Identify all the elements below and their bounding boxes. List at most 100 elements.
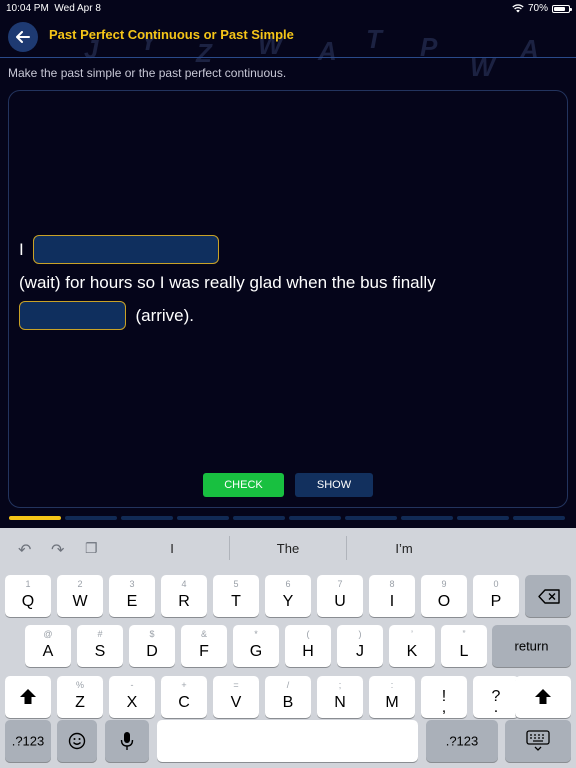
shift-icon (20, 689, 36, 704)
key-b[interactable]: / B (265, 676, 311, 718)
suggestion-2[interactable]: The (228, 541, 348, 556)
backspace-icon (538, 589, 560, 604)
sentence-subject: I (19, 239, 24, 259)
key-exclaim-comma[interactable]: !, (421, 676, 467, 718)
key-y[interactable]: 6Y (265, 575, 311, 617)
key-label: Y (282, 593, 294, 610)
key-l[interactable]: ” L (441, 625, 487, 667)
key-i[interactable]: 8I (369, 575, 415, 617)
show-button[interactable]: SHOW (295, 473, 373, 497)
key-f[interactable]: & F (181, 625, 227, 667)
suggestion-1[interactable]: I (112, 541, 232, 556)
key-t[interactable]: 5T (213, 575, 259, 617)
numbers-key-left[interactable]: .?123 (5, 720, 51, 762)
paste-icon[interactable]: ❐ (85, 540, 98, 557)
key-label: ?. (491, 688, 501, 716)
key-hint: ’ (411, 629, 413, 639)
key-m[interactable]: :M (369, 676, 415, 718)
hide-keyboard-key[interactable] (505, 720, 571, 762)
key-hint: : (390, 680, 394, 690)
wifi-icon (512, 4, 524, 13)
shift-icon (535, 689, 551, 704)
undo-icon[interactable]: ↶ (18, 540, 31, 560)
key-hint: 1 (25, 579, 31, 589)
key-q[interactable]: 1Q (5, 575, 51, 617)
key-p[interactable]: 0P (473, 575, 519, 617)
key-h[interactable]: (H (285, 625, 331, 667)
key-o[interactable]: 9O (421, 575, 467, 617)
key-label: A (42, 643, 54, 660)
key-label: I (389, 593, 395, 610)
key-hint: - (130, 680, 134, 690)
key-label: Z (75, 694, 85, 711)
key-z[interactable]: % Z (57, 676, 103, 718)
key-u[interactable]: 7U (317, 575, 363, 617)
key-label: X (126, 694, 138, 711)
key-hint: & (200, 629, 207, 639)
progress-segment (9, 516, 61, 520)
key-r[interactable]: 4R (161, 575, 207, 617)
key-label: F (199, 643, 209, 660)
key-label: J (356, 643, 364, 660)
key-hint: % (75, 680, 84, 690)
redo-icon[interactable]: ↷ (51, 540, 64, 560)
key-hint: ( (306, 629, 310, 639)
key-label: B (282, 694, 294, 711)
key-label: U (334, 593, 346, 610)
key-w[interactable]: 2W (57, 575, 103, 617)
status-time-date: 10:04 PM Wed Apr 8 (6, 3, 101, 14)
space-key[interactable] (157, 720, 418, 762)
keyboard-hide-icon (526, 730, 550, 751)
header: Past Perfect Continuous or Past Simple (0, 17, 576, 58)
instruction-text: Make the past simple or the past perfect… (8, 66, 287, 80)
key-label: W (72, 593, 88, 610)
answer-input-2[interactable] (19, 301, 126, 330)
shift-key-left[interactable] (5, 676, 51, 718)
key-hint: 4 (181, 579, 187, 589)
key-v[interactable]: = V (213, 676, 259, 718)
key-a[interactable]: @ A (25, 625, 71, 667)
key-label: .?123 (445, 733, 479, 749)
dictation-key[interactable] (105, 720, 149, 762)
key-k[interactable]: ’ K (389, 625, 435, 667)
arrow-left-icon (16, 31, 30, 43)
back-button[interactable] (8, 22, 38, 52)
key-s[interactable]: # S (77, 625, 123, 667)
suggestion-3[interactable]: I’m (344, 541, 464, 556)
status-right: 70% (512, 3, 572, 14)
page-title: Past Perfect Continuous or Past Simple (49, 27, 294, 42)
progress-segment (401, 516, 453, 520)
status-time: 10:04 PM (6, 3, 49, 14)
key-hint: / (286, 680, 290, 690)
check-button[interactable]: CHECK (203, 473, 284, 497)
key-hint: = (233, 680, 239, 690)
key-label: G (249, 643, 263, 660)
key-label: P (490, 593, 502, 610)
key-n[interactable]: ; N (317, 676, 363, 718)
key-label: K (406, 643, 418, 660)
numbers-key-right[interactable]: .?123 (426, 720, 498, 762)
key-label: .?123 (11, 733, 45, 749)
return-key[interactable]: return (492, 625, 571, 667)
sentence-line-2: (wait) for hours so I was really glad wh… (19, 266, 539, 299)
key-hint: * (254, 629, 258, 639)
key-label: T (231, 593, 241, 610)
key-hint: 5 (233, 579, 239, 589)
key-label: D (146, 643, 158, 660)
progress-segment (177, 516, 229, 520)
key-c[interactable]: + C (161, 676, 207, 718)
emoji-icon (68, 732, 86, 750)
key-label: L (459, 643, 469, 660)
key-label: V (230, 694, 242, 711)
key-d[interactable]: $ D (129, 625, 175, 667)
key-question-period[interactable]: ?. (473, 676, 519, 718)
backspace-key[interactable] (525, 575, 571, 617)
key-j[interactable]: ) J (337, 625, 383, 667)
key-label: M (385, 694, 399, 711)
answer-input-1[interactable] (33, 235, 220, 264)
key-x[interactable]: -X (109, 676, 155, 718)
emoji-key[interactable] (57, 720, 97, 762)
key-e[interactable]: 3E (109, 575, 155, 617)
shift-key-right[interactable] (515, 676, 571, 718)
key-g[interactable]: * G (233, 625, 279, 667)
